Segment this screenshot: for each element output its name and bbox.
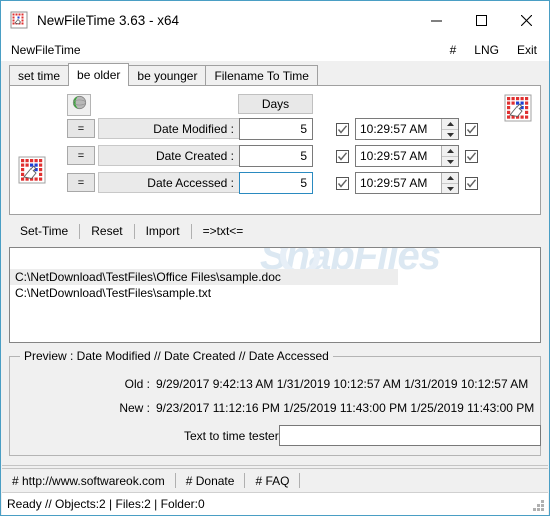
days-input-modified[interactable]: 5 (239, 118, 313, 140)
menu-item-hash[interactable]: # (450, 43, 457, 57)
time-spinner-modified[interactable]: 10:29:57 AM (355, 118, 459, 140)
newfiletime-app-icon (10, 11, 28, 29)
date-modified-label: Date Modified : (98, 118, 240, 139)
date-created-label: Date Created : (98, 145, 240, 166)
window-controls (414, 1, 549, 39)
spinner-buttons-created[interactable] (441, 146, 458, 166)
time-checkbox-modified[interactable] (465, 123, 478, 136)
time-value-accessed: 10:29:57 AM (360, 176, 428, 190)
time-spinner-accessed[interactable]: 10:29:57 AM (355, 172, 459, 194)
preview-old-label: Old : (124, 377, 150, 391)
file-rows: C:\NetDownload\TestFiles\Office Files\sa… (10, 269, 540, 301)
application-window: NewFileTime 3.63 - x64 NewFileTime # LNG… (0, 0, 550, 516)
date-accessed-label: Date Accessed : (98, 172, 240, 193)
date-modified-row: = Date Modified : 5 10:29:57 AM (10, 117, 542, 143)
days-column-header: Days (238, 94, 313, 114)
equals-button-modified[interactable]: = (67, 119, 95, 138)
window-title: NewFileTime 3.63 - x64 (37, 12, 180, 28)
file-list[interactable]: SnapFiles C:\NetDownload\TestFiles\Offic… (9, 247, 541, 343)
tab-strip: set time be older be younger Filename To… (9, 63, 541, 86)
status-bar: Ready // Objects:2 | Files:2 | Folder:0 (2, 492, 548, 515)
link-website[interactable]: # http://www.softwareok.com (2, 471, 175, 491)
days-checkbox-modified[interactable] (336, 123, 349, 136)
tab-label: set time (18, 69, 61, 83)
close-button[interactable] (504, 1, 549, 39)
list-item[interactable]: C:\NetDownload\TestFiles\sample.txt (10, 285, 540, 301)
preview-new-label: New : (119, 401, 150, 415)
minimize-button[interactable] (414, 1, 459, 39)
time-value-created: 10:29:57 AM (360, 149, 428, 163)
days-input-created[interactable]: 5 (239, 145, 313, 167)
spinner-buttons-modified[interactable] (441, 119, 458, 139)
tab-set-time[interactable]: set time (9, 65, 70, 86)
tab-be-younger[interactable]: be younger (128, 65, 207, 86)
days-checkbox-accessed[interactable] (336, 177, 349, 190)
equals-label: = (77, 122, 85, 135)
preview-old-values: 9/29/2017 9:42:13 AM 1/31/2019 10:12:57 … (156, 377, 529, 391)
spinner-up-icon[interactable] (442, 119, 458, 129)
resize-grip[interactable] (533, 500, 545, 512)
tab-be-older[interactable]: be older (68, 63, 130, 86)
links-bar: # http://www.softwareok.com # Donate # F… (2, 465, 548, 492)
reset-button[interactable]: Reset (80, 221, 133, 241)
spinner-up-icon[interactable] (442, 146, 458, 156)
text-to-time-tester-label: Text to time tester (184, 429, 279, 443)
spinner-up-icon[interactable] (442, 173, 458, 183)
tab-label: Filename To Time (214, 69, 309, 83)
action-bar: Set-Time Reset Import =>txt<= (9, 220, 541, 242)
menu-bar: NewFileTime # LNG Exit (1, 39, 549, 61)
preview-new-values: 9/23/2017 11:12:16 PM 1/25/2019 11:43:00… (156, 401, 535, 415)
menu-item-exit[interactable]: Exit (517, 43, 537, 57)
spinner-buttons-accessed[interactable] (441, 173, 458, 193)
date-accessed-row: = Date Accessed : 5 10:29:57 AM (10, 171, 542, 197)
menu-right-group: # LNG Exit (450, 43, 549, 57)
date-created-row: = Date Created : 5 10:29:57 AM (10, 144, 542, 170)
title-bar: NewFileTime 3.63 - x64 (1, 1, 549, 39)
equals-label: = (77, 176, 85, 189)
time-checkbox-created[interactable] (465, 150, 478, 163)
equals-button-created[interactable]: = (67, 146, 95, 165)
time-value-modified: 10:29:57 AM (360, 122, 428, 136)
list-item[interactable]: C:\NetDownload\TestFiles\Office Files\sa… (10, 269, 398, 285)
set-time-button[interactable]: Set-Time (9, 221, 79, 241)
globe-icon (72, 95, 87, 115)
spinner-down-icon[interactable] (442, 156, 458, 166)
tab-filename-to-time[interactable]: Filename To Time (205, 65, 318, 86)
be-older-panel: Days = Date Modified: 5 10:29:57 AM = D… (9, 85, 541, 215)
equals-label: = (77, 149, 85, 162)
time-spinner-created[interactable]: 10:29:57 AM (355, 145, 459, 167)
status-text: Ready // Objects:2 | Files:2 | Folder:0 (7, 497, 205, 511)
menu-item-language[interactable]: LNG (474, 43, 499, 57)
link-donate[interactable]: # Donate (176, 471, 245, 491)
equals-button-accessed[interactable]: = (67, 173, 95, 192)
import-button[interactable]: Import (135, 221, 191, 241)
days-checkbox-created[interactable] (336, 150, 349, 163)
globe-icon-button[interactable] (67, 94, 91, 116)
menu-item-newfiletime[interactable]: NewFileTime (1, 43, 81, 57)
tab-label: be younger (137, 69, 198, 83)
spinner-down-icon[interactable] (442, 129, 458, 139)
days-input-accessed[interactable]: 5 (239, 172, 313, 194)
maximize-button[interactable] (459, 1, 504, 39)
preview-group-title: Preview : Date Modified // Date Created … (20, 349, 333, 363)
spinner-down-icon[interactable] (442, 183, 458, 193)
tab-label: be older (77, 68, 121, 82)
export-txt-button[interactable]: =>txt<= (192, 221, 255, 241)
separator (299, 473, 301, 488)
link-faq[interactable]: # FAQ (245, 471, 299, 491)
text-to-time-tester-input[interactable] (279, 425, 541, 446)
time-checkbox-accessed[interactable] (465, 177, 478, 190)
